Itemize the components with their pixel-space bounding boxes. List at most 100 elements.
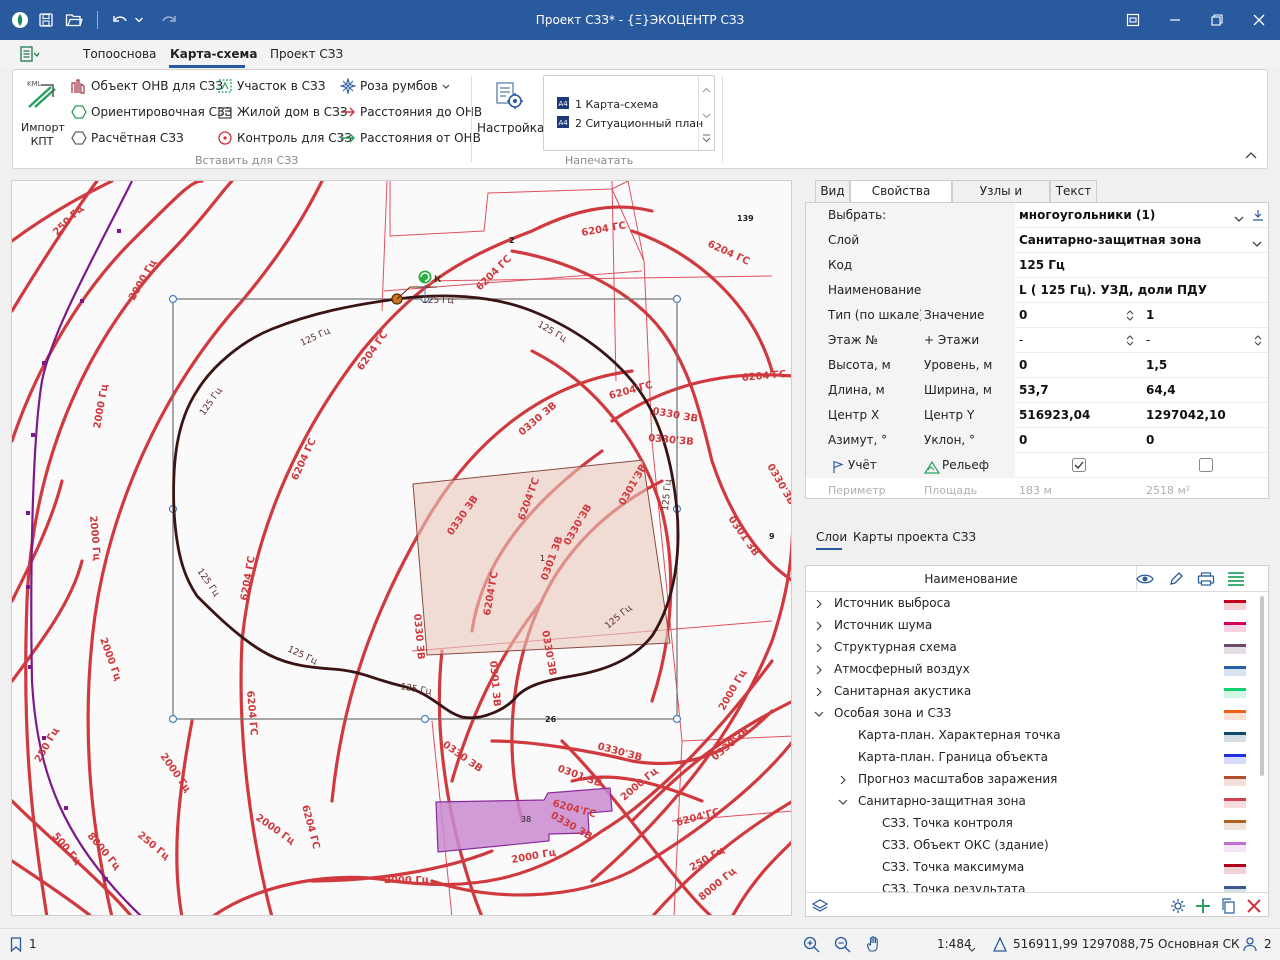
account-checkbox[interactable]: [1072, 458, 1086, 475]
map-canvas[interactable]: 6204 ГС 6204 ГС 6204 ГС 6204 ГС 6204 ГС …: [11, 180, 792, 916]
tab-figure-props[interactable]: Свойства фигур: [850, 180, 952, 219]
chevron-down-icon[interactable]: [1252, 237, 1262, 251]
minimize-icon[interactable]: [1154, 0, 1196, 40]
layer-value[interactable]: Санитарно-защитная зона: [1015, 228, 1245, 253]
layer-style-swatch[interactable]: [1224, 620, 1246, 632]
height-value[interactable]: 0: [1015, 353, 1142, 378]
edit-icon[interactable]: [1168, 571, 1184, 590]
layer-settings-icon[interactable]: [1170, 898, 1186, 916]
level-value[interactable]: 1,5: [1142, 353, 1268, 378]
type-spinner-icon[interactable]: [1126, 309, 1134, 322]
restore-icon[interactable]: [1196, 0, 1238, 40]
layer-style-swatch[interactable]: [1224, 774, 1246, 786]
delete-layer-icon[interactable]: [1246, 898, 1262, 916]
expand-right-icon[interactable]: [814, 619, 824, 633]
floors-spinner-icon[interactable]: [1254, 334, 1262, 347]
object-onv-button[interactable]: Объект ОНВ для СЗЗ: [71, 78, 223, 94]
pan-hand-icon[interactable]: [865, 935, 883, 956]
tab-karta-skhema[interactable]: Карта-схема: [170, 47, 257, 61]
layer-style-swatch[interactable]: [1224, 862, 1246, 874]
expand-down-icon[interactable]: [838, 795, 848, 809]
layers-scrollbar[interactable]: [1260, 596, 1264, 776]
print-item-karta-skhema[interactable]: A4 1 Карта-схема: [556, 96, 659, 113]
add-layer-icon[interactable]: [1195, 898, 1211, 916]
import-kpt-button[interactable]: KML Импорт КПТ: [21, 75, 65, 149]
expand-right-icon[interactable]: [814, 641, 824, 655]
layers-stack-icon[interactable]: [811, 898, 829, 916]
value-value-input[interactable]: 1: [1142, 303, 1268, 328]
layer-style-swatch[interactable]: [1224, 818, 1246, 830]
dist-to-onv-button[interactable]: Расстояния до ОНВ: [340, 104, 482, 120]
tab-layers[interactable]: Слои: [816, 530, 847, 544]
calc-szz-button[interactable]: Расчётная СЗЗ: [71, 130, 184, 146]
expand-right-icon[interactable]: [814, 597, 824, 611]
expand-down-icon[interactable]: [814, 707, 824, 721]
zoom-out-icon[interactable]: [834, 936, 851, 956]
dist-from-onv-button[interactable]: Расстояния от ОНВ: [340, 130, 481, 146]
house-szz-button[interactable]: Жилой дом в СЗЗ: [217, 104, 348, 120]
layer-row[interactable]: Санитарная акустика: [806, 681, 1268, 703]
tab-topoosnova[interactable]: Топооснова: [83, 47, 156, 61]
layer-row[interactable]: Источник шума: [806, 615, 1268, 637]
cx-value[interactable]: 516923,04: [1015, 403, 1142, 428]
layer-style-swatch[interactable]: [1224, 598, 1246, 610]
settings-button[interactable]: Настройка: [477, 78, 544, 138]
type-value-input[interactable]: 0: [1015, 303, 1142, 328]
layer-row[interactable]: Карта-план. Характерная точка: [806, 725, 1268, 747]
floor-value-input[interactable]: -: [1015, 328, 1142, 353]
expand-right-icon[interactable]: [814, 685, 824, 699]
print-icon[interactable]: [1197, 571, 1215, 590]
select-value[interactable]: многоугольники (1): [1015, 203, 1235, 228]
layers-style-icon[interactable]: [1227, 571, 1245, 590]
wind-rose-button[interactable]: Роза румбов: [340, 78, 450, 94]
name-value[interactable]: L ( 125 Гц). УЗД, доли ПДУ: [1015, 278, 1268, 303]
tab-text[interactable]: Текст: [1050, 180, 1097, 202]
layer-row[interactable]: СЗЗ. Точка контроля: [806, 813, 1268, 835]
layout-icon[interactable]: [1112, 0, 1154, 40]
save-icon[interactable]: [32, 0, 60, 40]
eye-icon[interactable]: [1136, 572, 1154, 589]
select-filter-icon[interactable]: [1252, 209, 1264, 224]
floor-spinner-icon[interactable]: [1126, 334, 1134, 347]
tab-proekt-szz[interactable]: Проект СЗЗ: [270, 47, 343, 61]
undo-icon[interactable]: [106, 0, 134, 40]
users-icon[interactable]: [1242, 936, 1258, 955]
scale-value[interactable]: 1:484: [937, 937, 972, 951]
tab-project-maps[interactable]: Карты проекта СЗЗ: [853, 530, 976, 544]
tab-nodes-segments[interactable]: Узлы и отрезки: [952, 180, 1050, 219]
zoom-in-icon[interactable]: [803, 936, 820, 956]
layer-row[interactable]: Атмосферный воздух: [806, 659, 1268, 681]
slope-value[interactable]: 0: [1142, 428, 1268, 453]
coordinate-system-icon[interactable]: [992, 936, 1008, 955]
file-menu-icon[interactable]: [20, 46, 40, 65]
code-value[interactable]: 125 Гц: [1015, 253, 1268, 278]
print-item-situation-plan[interactable]: A4 2 Ситуационный план: [556, 115, 703, 132]
layer-row[interactable]: Санитарно-защитная зона: [806, 791, 1268, 813]
redo-icon[interactable]: [155, 0, 183, 40]
scroll-down-icon[interactable]: [702, 108, 711, 122]
collapse-ribbon-icon[interactable]: [1245, 148, 1257, 162]
scale-chevron-icon[interactable]: [968, 942, 976, 956]
width-value[interactable]: 64,4: [1142, 378, 1268, 403]
azimuth-value[interactable]: 0: [1015, 428, 1142, 453]
layer-style-swatch[interactable]: [1224, 708, 1246, 720]
plot-szz-button[interactable]: Участок в СЗЗ: [217, 78, 325, 94]
cy-value[interactable]: 1297042,10: [1142, 403, 1268, 428]
layer-style-swatch[interactable]: [1224, 840, 1246, 852]
layer-row[interactable]: Структурная схема: [806, 637, 1268, 659]
expand-right-icon[interactable]: [814, 663, 824, 677]
layer-style-swatch[interactable]: [1224, 642, 1246, 654]
tab-vid[interactable]: Вид: [815, 180, 850, 202]
undo-dropdown-icon[interactable]: [131, 0, 147, 40]
orient-szz-button[interactable]: Ориентировочная СЗЗ: [71, 104, 232, 120]
open-folder-icon[interactable]: [60, 0, 88, 40]
control-szz-button[interactable]: Контроль для СЗЗ: [217, 130, 352, 146]
expand-right-icon[interactable]: [838, 773, 848, 787]
relief-checkbox[interactable]: [1199, 458, 1213, 475]
print-list-scroll[interactable]: [698, 76, 714, 150]
layer-row[interactable]: СЗЗ. Точка максимума: [806, 857, 1268, 879]
layer-style-swatch[interactable]: [1224, 664, 1246, 676]
layer-style-swatch[interactable]: [1224, 686, 1246, 698]
chevron-down-icon[interactable]: [1234, 212, 1244, 226]
layer-style-swatch[interactable]: [1224, 752, 1246, 764]
